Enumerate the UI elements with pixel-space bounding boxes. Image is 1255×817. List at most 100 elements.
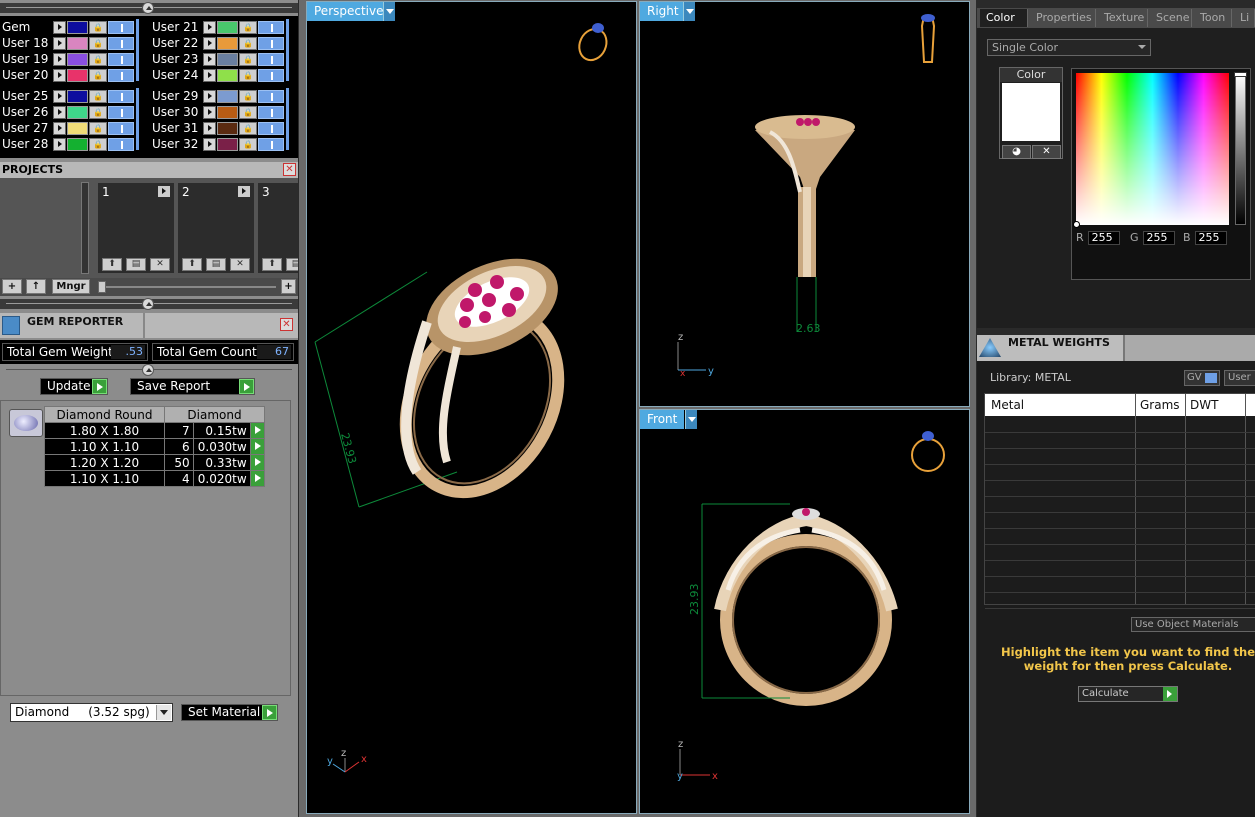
go-arrow-icon[interactable]: [249, 422, 266, 439]
delete-icon[interactable]: ✕: [230, 258, 250, 271]
layer-color-swatch[interactable]: [67, 69, 88, 82]
current-color-swatch[interactable]: [1002, 83, 1060, 141]
use-object-materials-select[interactable]: Use Object Materials: [1131, 617, 1255, 632]
layer-color-swatch[interactable]: [217, 122, 238, 135]
table-row[interactable]: 1.10 X 1.10 6 0.030tw: [44, 438, 266, 455]
upload-icon[interactable]: ⬆: [102, 258, 122, 271]
green-input[interactable]: 255: [1142, 231, 1175, 245]
lock-icon[interactable]: 🔒: [89, 21, 107, 34]
project-slot[interactable]: 1 ⬆ ▤ ✕: [97, 182, 175, 274]
visibility-toggle[interactable]: [108, 21, 134, 34]
lock-icon[interactable]: 🔒: [89, 37, 107, 50]
layer-row[interactable]: User 20 🔒: [0, 67, 146, 83]
layer-row[interactable]: Gem 🔒: [0, 19, 146, 35]
visibility-toggle[interactable]: [258, 122, 284, 135]
visibility-toggle[interactable]: [258, 69, 284, 82]
visibility-toggle[interactable]: [108, 106, 134, 119]
delete-icon[interactable]: ✕: [150, 258, 170, 271]
calculate-button[interactable]: Calculate: [1078, 686, 1178, 702]
manager-button[interactable]: Mngr: [52, 279, 90, 294]
lock-icon[interactable]: 🔒: [239, 53, 257, 66]
clear-color-icon[interactable]: ✕: [1032, 145, 1061, 159]
lock-icon[interactable]: 🔒: [239, 69, 257, 82]
expand-arrow-icon[interactable]: [53, 37, 66, 50]
perspective-viewport[interactable]: Perspective 23.93 z y x: [306, 1, 637, 814]
blue-input[interactable]: 255: [1194, 231, 1227, 245]
lock-icon[interactable]: 🔒: [239, 37, 257, 50]
set-material-button[interactable]: Set Material: [181, 704, 278, 721]
front-viewport[interactable]: Front 23.93 z y x: [639, 409, 970, 814]
layer-row[interactable]: User 32 🔒: [150, 136, 296, 152]
table-row[interactable]: 1.80 X 1.80 7 0.15tw: [44, 422, 266, 439]
expand-arrow-icon[interactable]: [203, 21, 216, 34]
visibility-toggle[interactable]: [258, 138, 284, 151]
play-icon[interactable]: [158, 186, 170, 197]
tab-scene[interactable]: Scene: [1150, 9, 1192, 27]
visibility-toggle[interactable]: [258, 37, 284, 50]
go-arrow-icon[interactable]: [249, 470, 266, 487]
layer-color-swatch[interactable]: [217, 138, 238, 151]
layer-row[interactable]: User 24 🔒: [150, 67, 296, 83]
expand-arrow-icon[interactable]: [203, 53, 216, 66]
layer-row[interactable]: User 25 🔒: [0, 88, 146, 104]
lock-icon[interactable]: 🔒: [89, 122, 107, 135]
panel-splitter[interactable]: [0, 2, 298, 14]
lock-icon[interactable]: 🔒: [89, 69, 107, 82]
expand-arrow-icon[interactable]: [53, 53, 66, 66]
expand-arrow-icon[interactable]: [203, 122, 216, 135]
visibility-toggle[interactable]: [258, 53, 284, 66]
layer-row[interactable]: User 18 🔒: [0, 35, 146, 51]
visibility-toggle[interactable]: [258, 90, 284, 103]
layer-row[interactable]: User 29 🔒: [150, 88, 296, 104]
lock-icon[interactable]: 🔒: [89, 106, 107, 119]
layer-color-swatch[interactable]: [67, 122, 88, 135]
upload-icon[interactable]: ⬆: [262, 258, 282, 271]
expand-arrow-icon[interactable]: [203, 37, 216, 50]
expand-arrow-icon[interactable]: [53, 69, 66, 82]
layer-row[interactable]: User 26 🔒: [0, 104, 146, 120]
visibility-toggle[interactable]: [258, 106, 284, 119]
move-up-button[interactable]: ↑: [26, 279, 46, 294]
play-icon[interactable]: [238, 186, 250, 197]
project-slot[interactable]: 2 ⬆ ▤ ✕: [177, 182, 255, 274]
lock-icon[interactable]: 🔒: [239, 106, 257, 119]
layer-row[interactable]: User 28 🔒: [0, 136, 146, 152]
gv-toggle[interactable]: GV: [1184, 370, 1220, 386]
close-icon[interactable]: ✕: [283, 163, 296, 176]
table-row[interactable]: 1.10 X 1.10 4 0.020tw: [44, 470, 266, 487]
user-toggle[interactable]: User: [1224, 370, 1255, 386]
zoom-slider-handle[interactable]: [98, 281, 106, 293]
layer-color-swatch[interactable]: [217, 53, 238, 66]
layer-row[interactable]: User 31 🔒: [150, 120, 296, 136]
panel-splitter[interactable]: [0, 364, 298, 376]
project-slot[interactable]: 3 ⬆ ▤: [257, 182, 298, 274]
expand-arrow-icon[interactable]: [203, 106, 216, 119]
layer-color-swatch[interactable]: [67, 53, 88, 66]
layer-color-swatch[interactable]: [217, 106, 238, 119]
layer-row[interactable]: User 30 🔒: [150, 104, 296, 120]
zoom-in-button[interactable]: +: [281, 279, 296, 294]
layer-row[interactable]: User 22 🔒: [150, 35, 296, 51]
expand-arrow-icon[interactable]: [203, 69, 216, 82]
save-icon[interactable]: ▤: [126, 258, 146, 271]
lock-icon[interactable]: 🔒: [89, 53, 107, 66]
update-button[interactable]: Update: [40, 378, 108, 395]
visibility-toggle[interactable]: [258, 21, 284, 34]
tab-lighting[interactable]: Li: [1234, 9, 1255, 27]
expand-arrow-icon[interactable]: [53, 21, 66, 34]
visibility-toggle[interactable]: [108, 138, 134, 151]
expand-arrow-icon[interactable]: [203, 90, 216, 103]
right-viewport[interactable]: Right 2.63 z y x: [639, 1, 970, 407]
color-wheel-icon[interactable]: ◕: [1002, 145, 1031, 159]
tab-color[interactable]: Color: [980, 9, 1028, 27]
layer-color-swatch[interactable]: [217, 37, 238, 50]
upload-icon[interactable]: ⬆: [182, 258, 202, 271]
material-select[interactable]: Diamond (3.52 spg): [10, 703, 173, 722]
layer-color-swatch[interactable]: [67, 90, 88, 103]
save-icon[interactable]: ▤: [286, 258, 298, 271]
hue-saturation-field[interactable]: [1073, 73, 1229, 228]
layer-color-swatch[interactable]: [67, 138, 88, 151]
tab-texture[interactable]: Texture: [1098, 9, 1148, 27]
visibility-toggle[interactable]: [108, 122, 134, 135]
expand-arrow-icon[interactable]: [53, 138, 66, 151]
